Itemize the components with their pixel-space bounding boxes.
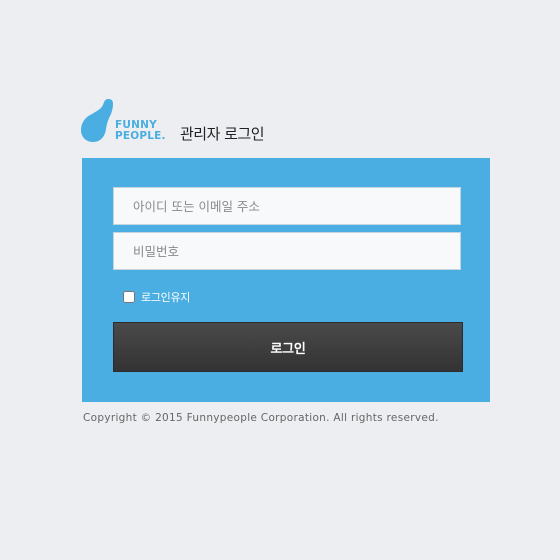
page-title: 관리자 로그인 [180, 125, 265, 143]
copyright-text: Copyright © 2015 Funnypeople Corporation… [83, 412, 439, 424]
keep-login-label: 로그인유지 [141, 291, 191, 304]
login-panel: 로그인유지 로그인 [82, 158, 490, 402]
password-input[interactable] [113, 232, 461, 270]
brand-logo: FUNNY PEOPLE. [115, 120, 166, 142]
page-header: FUNNY PEOPLE. 관리자 로그인 [80, 98, 490, 144]
logo-line-2: PEOPLE. [115, 130, 166, 142]
drop-icon [81, 99, 113, 142]
keep-login-option[interactable]: 로그인유지 [123, 289, 190, 305]
keep-login-checkbox[interactable] [123, 291, 135, 303]
login-button[interactable]: 로그인 [113, 322, 463, 372]
username-input[interactable] [113, 187, 461, 225]
